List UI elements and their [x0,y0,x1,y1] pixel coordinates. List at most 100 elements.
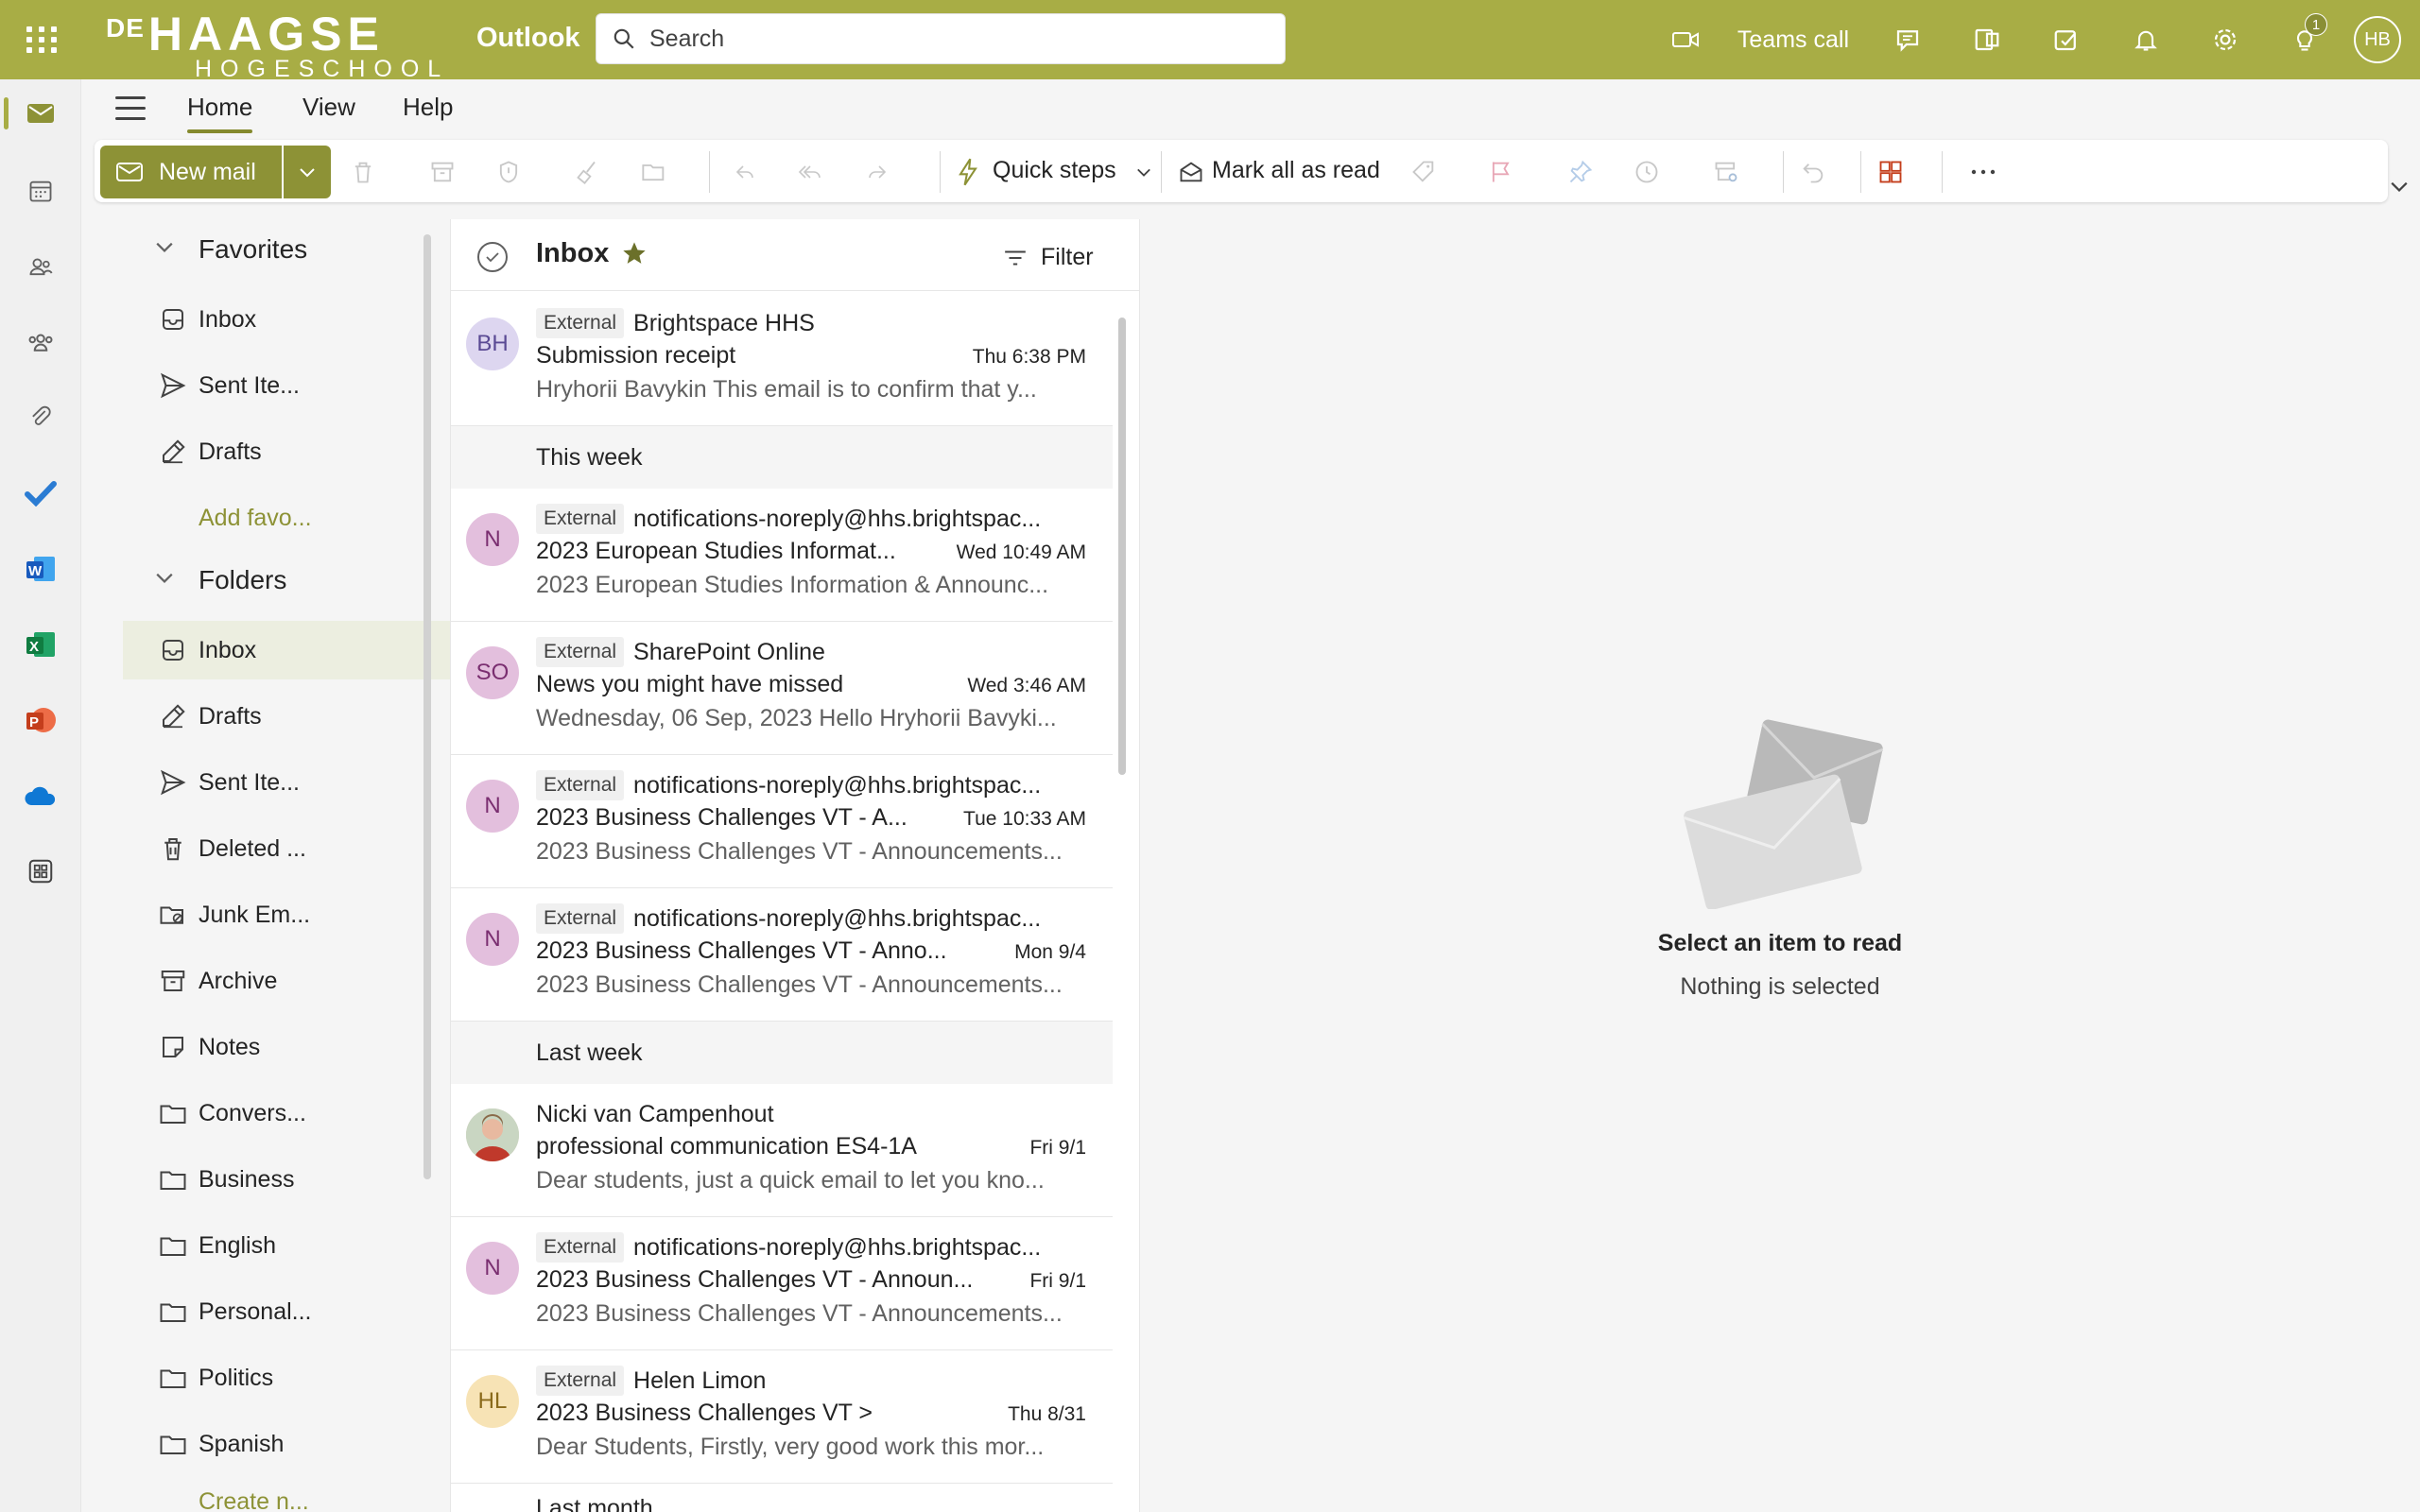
gear-icon[interactable] [2186,0,2265,79]
message-row[interactable]: SO External SharePoint Online News you mi… [451,622,1113,755]
quick-steps-button[interactable]: Quick steps [993,157,1116,184]
filter-button[interactable]: Filter [1003,244,1094,271]
tag-icon[interactable] [1405,153,1443,191]
hamburger-icon[interactable] [115,96,146,121]
folder-business[interactable]: Business [123,1150,469,1209]
search-input[interactable]: Search [596,13,1286,64]
folder-spanish[interactable]: Spanish [123,1415,469,1473]
message-row[interactable]: BH External Brightspace HHS Submission re… [451,293,1113,426]
folder-label: Personal... [199,1297,312,1325]
reply-all-icon[interactable] [792,153,830,191]
undo-icon[interactable] [1794,153,1832,191]
tab-home[interactable]: Home [187,93,253,133]
create-folder-link[interactable]: Create n... [123,1481,469,1512]
add-in-icon[interactable] [1872,153,1910,191]
report-icon[interactable] [490,153,527,191]
mark-all-read-button[interactable]: Mark all as read [1212,157,1380,184]
flag-icon[interactable] [1482,153,1520,191]
folder-sent[interactable]: Sent Ite... [123,753,469,812]
message-row[interactable]: N External notifications-noreply@hhs.brig… [451,755,1113,888]
rail-mail[interactable] [0,80,81,146]
lightbulb-icon[interactable]: 1 [2265,0,2344,79]
bell-icon[interactable] [2106,0,2186,79]
reply-icon[interactable] [726,153,764,191]
video-camera-icon [1671,32,1699,47]
folder-junk[interactable]: Junk Em... [123,885,469,944]
rail-files[interactable] [0,385,81,451]
empty-state-subtitle: Nothing is selected [1680,973,1880,1000]
rail-more-apps[interactable] [0,838,81,904]
favorite-inbox[interactable]: Inbox [123,290,469,349]
move-to-icon[interactable] [635,153,673,191]
folder-personal[interactable]: Personal... [123,1282,469,1341]
favorites-chevron-icon[interactable] [155,240,174,258]
folders-chevron-icon[interactable] [155,571,174,589]
folder-drafts[interactable]: Drafts [123,687,469,746]
pin-icon[interactable] [1562,153,1599,191]
message-row[interactable]: Nicki van Campenhout professional commun… [451,1084,1113,1217]
folder-english[interactable]: English [123,1216,469,1275]
new-mail-button[interactable]: New mail [100,146,282,198]
teams-call-button[interactable]: Teams call [1671,26,1849,54]
new-mail-dropdown[interactable] [284,146,331,198]
favorites-heading[interactable]: Favorites [199,234,307,265]
folder-conversation[interactable]: Convers... [123,1084,469,1143]
rail-people[interactable] [0,233,81,300]
folder-icon [159,1430,187,1465]
folder-notes[interactable]: Notes [123,1018,469,1076]
message-row[interactable]: N External notifications-noreply@hhs.brig… [451,1217,1113,1350]
rail-word[interactable]: W [0,536,81,602]
message-row[interactable]: N External notifications-noreply@hhs.brig… [451,489,1113,622]
list-title: Inbox [536,238,610,268]
folder-label: Junk Em... [199,901,311,928]
message-row[interactable]: HL External Helen Limon 2023 Business Cha… [451,1350,1113,1484]
quick-steps-chevron-icon[interactable] [1125,153,1163,191]
rail-todo[interactable] [0,460,81,526]
archive-icon[interactable] [424,153,461,191]
select-all-checkbox[interactable] [477,242,508,272]
folder-politics[interactable]: Politics [123,1349,469,1407]
rules-icon[interactable] [1707,153,1745,191]
delete-icon[interactable] [344,153,382,191]
folder-scrollbar[interactable] [424,234,431,1179]
rail-onedrive[interactable] [0,763,81,829]
my-day-icon[interactable] [2027,0,2106,79]
external-tag: External [536,308,625,338]
message-row[interactable]: N External notifications-noreply@hhs.brig… [451,888,1113,1022]
snooze-icon[interactable] [1628,153,1666,191]
folders-heading[interactable]: Folders [199,565,286,595]
favorite-sent[interactable]: Sent Ite... [123,356,469,415]
app-launcher-icon[interactable] [21,21,59,59]
ribbon-expand-icon[interactable] [2390,180,2409,198]
app-name[interactable]: Outlook [476,23,580,54]
top-bar: DEHAAGSE HOGESCHOOL Outlook Search Teams… [0,0,2420,81]
message-list-scrollbar[interactable] [1118,318,1126,775]
tab-help[interactable]: Help [403,93,453,122]
apps-icon [28,859,53,884]
star-icon[interactable] [621,240,648,271]
chat-icon[interactable] [1868,0,1947,79]
rail-calendar[interactable] [0,158,81,224]
folder-deleted[interactable]: Deleted ... [123,819,469,878]
rail-excel[interactable]: X [0,611,81,678]
user-avatar[interactable]: HB [2354,16,2401,63]
sweep-icon[interactable] [569,153,607,191]
favorite-drafts[interactable]: Drafts [123,422,469,481]
more-options-icon[interactable] [1964,153,2002,191]
trash-icon [159,834,187,869]
envelope-open-icon[interactable] [1172,153,1210,191]
folder-label: Deleted ... [199,834,306,862]
message-preview: Dear Students, Firstly, very good work t… [536,1434,1045,1460]
onedrive-icon [25,786,56,805]
folder-archive[interactable]: Archive [123,952,469,1010]
rail-groups[interactable] [0,309,81,375]
app-rail: W X P [0,79,81,1512]
folder-inbox[interactable]: Inbox [123,621,469,679]
office-icon[interactable] [1947,0,2027,79]
lightning-icon[interactable] [949,153,987,191]
rail-powerpoint[interactable]: P [0,687,81,753]
message-date: Tue 10:33 AM [963,808,1086,830]
tab-view[interactable]: View [302,93,355,122]
add-favorite-link[interactable]: Add favo... [123,489,469,547]
forward-icon[interactable] [858,153,896,191]
